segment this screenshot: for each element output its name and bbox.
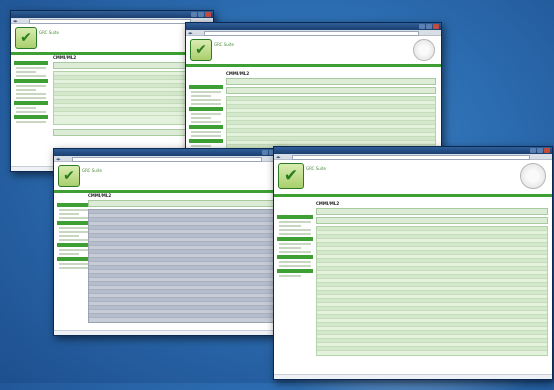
back-forward-icon[interactable]: ◀▶: [13, 19, 18, 23]
page-title: CMMI/ML2: [88, 193, 112, 198]
main-content: CMMI/ML2: [88, 191, 280, 323]
certification-seal-icon: [520, 163, 546, 189]
status-bar: [274, 374, 552, 379]
section-bar[interactable]: [226, 78, 436, 85]
title-bar[interactable]: [11, 11, 213, 18]
window-close-icon[interactable]: [544, 148, 550, 153]
title-bar[interactable]: [54, 149, 284, 156]
back-forward-icon[interactable]: ◀▶: [188, 31, 193, 35]
window-4[interactable]: ◀▶ ✔ GRC Suite CMMI/ML2: [273, 146, 553, 380]
app-header: ✔ GRC Suite: [186, 36, 441, 67]
app-header: ✔ GRC Suite: [11, 24, 213, 55]
window-3[interactable]: ◀▶ ✔ GRC Suite CMMI/ML2: [53, 148, 285, 336]
checkmark-logo-icon: ✔: [58, 165, 80, 187]
sidebar: [277, 213, 313, 279]
certification-seal-icon: [413, 39, 435, 61]
page-title: CMMI/ML2: [316, 201, 340, 206]
app-header: ✔ GRC Suite: [54, 162, 284, 193]
title-bar[interactable]: [186, 23, 441, 30]
back-forward-icon[interactable]: ◀▶: [56, 157, 61, 161]
sidebar: [14, 59, 48, 125]
data-table: [88, 209, 280, 323]
checkmark-logo-icon: ✔: [278, 163, 304, 189]
title-bar[interactable]: [274, 147, 552, 154]
page-title: CMMI/ML2: [226, 71, 250, 76]
sidebar: [57, 201, 91, 271]
window-close-icon[interactable]: [433, 24, 439, 29]
app-header: ✔ GRC Suite: [274, 160, 552, 197]
checkmark-logo-icon: ✔: [190, 39, 212, 61]
section-bar[interactable]: [88, 200, 280, 207]
app-name: GRC Suite: [306, 166, 326, 171]
section-bar[interactable]: [316, 208, 548, 215]
back-forward-icon[interactable]: ◀▶: [276, 155, 281, 159]
data-table: [316, 226, 548, 356]
main-content: CMMI/ML2: [316, 199, 548, 356]
checkmark-logo-icon: ✔: [15, 27, 37, 49]
sidebar: [189, 83, 223, 149]
app-name: GRC Suite: [39, 30, 59, 35]
status-bar: [54, 330, 284, 335]
window-close-icon[interactable]: [205, 12, 211, 17]
section-bar[interactable]: [226, 87, 436, 94]
app-name: GRC Suite: [82, 168, 102, 173]
section-bar[interactable]: [316, 217, 548, 224]
app-name: GRC Suite: [214, 42, 234, 47]
